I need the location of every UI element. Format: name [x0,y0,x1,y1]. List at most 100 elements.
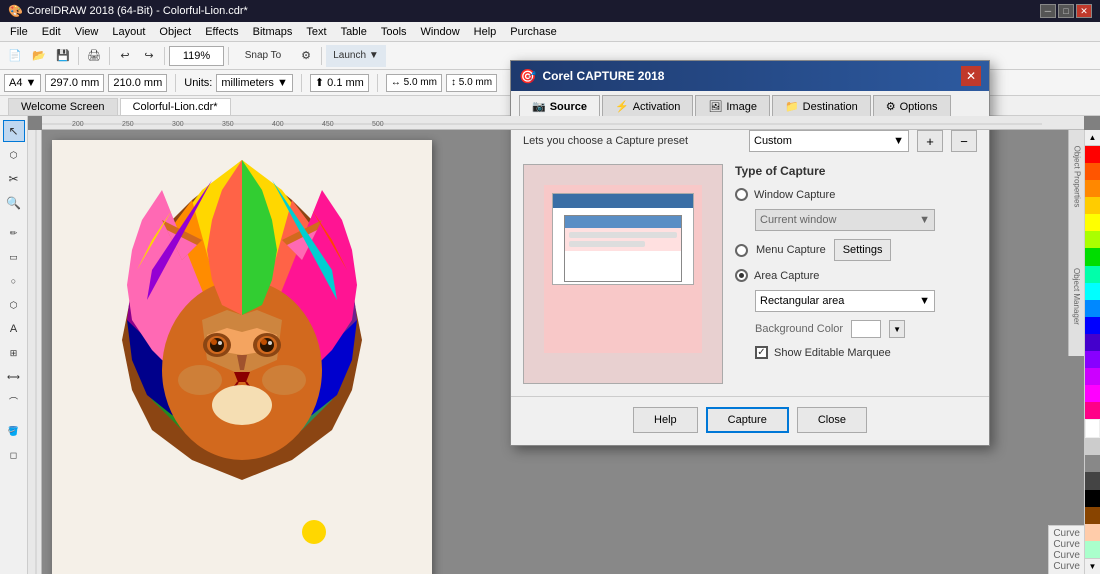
bg-color-label: Background Color [755,323,843,335]
menu-capture-radio[interactable] [735,244,748,257]
window-capture-combo[interactable]: Current window ▼ [755,209,935,231]
menu-bitmaps[interactable]: Bitmaps [247,24,299,40]
palette-cyan[interactable] [1085,283,1100,300]
menu-text[interactable]: Text [300,24,332,40]
menu-window[interactable]: Window [415,24,466,40]
size-h[interactable]: ↕ 5.0 mm [446,74,497,92]
open-btn[interactable]: 📂 [28,45,50,67]
table-tool[interactable]: ⊞ [3,342,25,364]
menu-edit[interactable]: Edit [36,24,67,40]
settings-gear[interactable]: ⚙ [295,45,317,67]
area-capture-radio[interactable] [735,269,748,282]
dialog-tab-activation[interactable]: ⚡ Activation [602,95,693,117]
palette-indigo[interactable] [1085,334,1100,351]
palette-yellow[interactable] [1085,214,1100,231]
snap-btn[interactable]: Snap To [233,45,293,67]
menu-table[interactable]: Table [335,24,373,40]
palette-blue[interactable] [1085,317,1100,334]
freehand-tool[interactable]: ✏ [3,222,25,244]
page-size-combo[interactable]: A4 ▼ [4,74,41,92]
palette-orange-red[interactable] [1085,163,1100,180]
tab-document[interactable]: Colorful-Lion.cdr* [120,98,231,115]
palette-mint[interactable] [1085,541,1100,558]
menu-help[interactable]: Help [468,24,503,40]
ellipse-tool[interactable]: ○ [3,270,25,292]
marquee-checkbox[interactable] [755,346,768,359]
palette-scroll-down[interactable]: ▼ [1085,558,1100,574]
palette-dark-gray[interactable] [1085,472,1100,489]
palette-gray[interactable] [1085,455,1100,472]
dialog-tab-source[interactable]: 📷 Source [519,95,600,118]
palette-brown[interactable] [1085,507,1100,524]
save-btn[interactable]: 💾 [52,45,74,67]
help-button[interactable]: Help [633,407,698,433]
preset-add-button[interactable]: + [917,130,943,152]
palette-orange[interactable] [1085,180,1100,197]
page-width[interactable]: 297.0 mm [45,74,104,92]
palette-yellow-green[interactable] [1085,231,1100,248]
shape-tool[interactable]: ⬡ [3,144,25,166]
settings-button[interactable]: Settings [834,239,892,261]
palette-green[interactable] [1085,248,1100,265]
close-dialog-button[interactable]: Close [797,407,867,433]
window-capture-radio[interactable] [735,188,748,201]
palette-black[interactable] [1085,490,1100,507]
dialog-tab-options[interactable]: ⚙ Options [873,95,951,117]
size-w[interactable]: ↔ 5.0 mm [386,74,442,92]
dialog-tab-image[interactable]: 🖼 Image [695,95,770,117]
redo-btn[interactable]: ↪ [138,45,160,67]
fill-tool[interactable]: 🪣 [3,420,25,442]
select-tool[interactable]: ↖ [3,120,25,142]
menu-layout[interactable]: Layout [106,24,151,40]
undo-btn[interactable]: ↩ [114,45,136,67]
palette-pink[interactable] [1085,402,1100,419]
area-capture-combo[interactable]: Rectangular area ▼ [755,290,935,312]
rectangle-tool[interactable]: ▭ [3,246,25,268]
units-combo[interactable]: millimeters ▼ [216,74,293,92]
menu-tools[interactable]: Tools [375,24,413,40]
menu-effects[interactable]: Effects [199,24,244,40]
dialog-tabs: 📷 Source ⚡ Activation 🖼 Image 📁 Destinat… [511,91,989,118]
tab-welcome[interactable]: Welcome Screen [8,98,118,115]
palette-magenta[interactable] [1085,385,1100,402]
destination-tab-label: Destination [803,101,858,113]
zoom-tool[interactable]: 🔍 [3,192,25,214]
menu-purchase[interactable]: Purchase [504,24,562,40]
palette-purple[interactable] [1085,368,1100,385]
menu-view[interactable]: View [69,24,105,40]
bg-color-dropdown[interactable]: ▼ [889,320,905,338]
menu-file[interactable]: File [4,24,34,40]
palette-peach[interactable] [1085,524,1100,541]
menu-bar: File Edit View Layout Object Effects Bit… [0,22,1100,42]
polygon-tool[interactable]: ⬡ [3,294,25,316]
outline-tool[interactable]: ◻ [3,444,25,466]
crop-tool[interactable]: ✂ [3,168,25,190]
preset-remove-button[interactable]: − [951,130,977,152]
palette-white[interactable] [1085,419,1100,438]
palette-yellow-orange[interactable] [1085,197,1100,214]
maximize-button[interactable]: □ [1058,4,1074,18]
capture-button[interactable]: Capture [706,407,789,433]
bg-color-swatch[interactable] [851,320,881,338]
page-height[interactable]: 210.0 mm [108,74,167,92]
new-btn[interactable]: 📄 [4,45,26,67]
palette-violet[interactable] [1085,351,1100,368]
nudge-step[interactable]: ⬆ 0.1 mm [310,74,369,92]
zoom-level[interactable]: 119% [169,46,224,66]
palette-cyan-green[interactable] [1085,266,1100,283]
dialog-close-button[interactable]: ✕ [961,66,981,86]
dialog-tab-destination[interactable]: 📁 Destination [772,95,871,117]
dimension-tool[interactable]: ⟷ [3,366,25,388]
palette-red[interactable] [1085,146,1100,163]
text-tool[interactable]: A [3,318,25,340]
preset-combo[interactable]: Custom ▼ [749,130,909,152]
launch-btn[interactable]: Launch ▼ [326,45,386,67]
close-button[interactable]: ✕ [1076,4,1092,18]
menu-object[interactable]: Object [153,24,197,40]
print-btn[interactable]: 🖨 [83,45,105,67]
palette-light-blue[interactable] [1085,300,1100,317]
palette-light-gray[interactable] [1085,438,1100,455]
connector-tool[interactable]: ⌒ [3,390,25,412]
minimize-button[interactable]: ─ [1040,4,1056,18]
palette-scroll-up[interactable]: ▲ [1085,130,1100,146]
